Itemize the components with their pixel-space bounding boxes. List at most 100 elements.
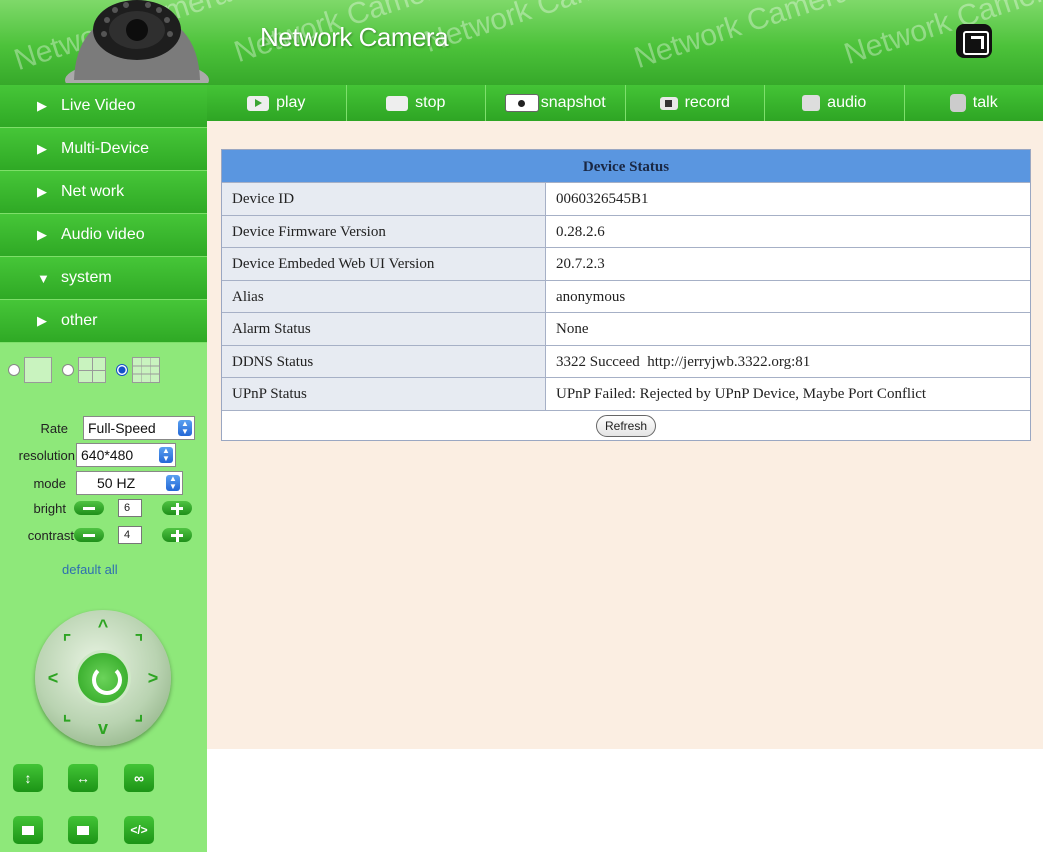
stop-patrol-button-2[interactable] bbox=[68, 816, 98, 844]
row-value: UPnP Failed: Rejected by UPnP Device, Ma… bbox=[546, 378, 1030, 410]
stop-button[interactable]: stop bbox=[345, 85, 486, 121]
layout-9-radio[interactable] bbox=[116, 364, 128, 376]
rate-row: Rate Full-Speed ▲ ▼ bbox=[0, 416, 207, 440]
bright-decrease-button[interactable] bbox=[74, 501, 104, 515]
mode-value: 50 HZ bbox=[97, 475, 136, 491]
sidebar-item-multi-device[interactable]: ▶ Multi-Device bbox=[0, 128, 207, 171]
spinner-icon: ▲ ▼ bbox=[166, 475, 180, 491]
row-key: DDNS Status bbox=[222, 345, 546, 377]
device-status-table: Device Status Device ID 0060326545B1 Dev… bbox=[221, 149, 1031, 441]
spinner-icon: ▲ ▼ bbox=[178, 420, 192, 436]
sidebar-item-label: Audio video bbox=[61, 226, 145, 243]
audio-button[interactable]: audio bbox=[764, 85, 904, 121]
pan-down-right-icon[interactable]: ⌟ bbox=[131, 705, 147, 723]
contrast-decrease-button[interactable] bbox=[74, 528, 104, 542]
row-value: 0.28.2.6 bbox=[546, 215, 1030, 247]
bright-label: bright bbox=[33, 500, 66, 516]
quad-view-icon bbox=[78, 357, 106, 383]
pan-right-icon[interactable]: > bbox=[145, 669, 161, 687]
contrast-label: contrast bbox=[27, 527, 74, 543]
bright-value: 6 bbox=[118, 499, 142, 517]
stop-patrol-button[interactable] bbox=[13, 816, 43, 844]
talk-button[interactable]: talk bbox=[903, 85, 1043, 121]
triangle-down-icon: ▼ bbox=[37, 270, 50, 286]
mode-label: mode bbox=[33, 475, 66, 491]
pan-up-icon[interactable]: ^ bbox=[95, 617, 111, 635]
resolution-label: resolution bbox=[18, 447, 75, 463]
record-button[interactable]: record bbox=[624, 85, 765, 121]
horizontal-patrol-button[interactable]: ↔ bbox=[68, 764, 98, 792]
contrast-row: contrast 4 bbox=[0, 526, 207, 544]
vertical-patrol-button[interactable]: ↕ bbox=[13, 764, 43, 792]
rate-value: Full-Speed bbox=[88, 420, 156, 436]
contrast-increase-button[interactable] bbox=[162, 528, 192, 542]
default-all-link[interactable]: default all bbox=[62, 562, 118, 577]
pan-down-left-icon[interactable]: ⌞ bbox=[59, 705, 75, 723]
table-row: Device Embeded Web UI Version 20.7.2.3 bbox=[222, 247, 1030, 280]
pan-up-right-icon[interactable]: ⌝ bbox=[131, 633, 147, 651]
table-row: Alias anonymous bbox=[222, 279, 1030, 312]
sidebar-item-label: system bbox=[61, 269, 112, 286]
sidebar-item-network[interactable]: ▶ Net work bbox=[0, 171, 207, 214]
ptz-center-button[interactable] bbox=[75, 650, 131, 706]
nine-view-icon bbox=[132, 357, 160, 383]
mode-row: mode 50 HZ ▲ ▼ bbox=[0, 471, 207, 495]
row-value: None bbox=[546, 313, 1030, 345]
switch-icon: </> bbox=[130, 823, 148, 837]
horizontal-arrows-icon: ↔ bbox=[76, 770, 90, 786]
audio-label: audio bbox=[827, 94, 867, 111]
header-banner: Network Camera Network Camera Network Ca… bbox=[0, 0, 1043, 85]
row-key: Device ID bbox=[222, 183, 546, 215]
watermark: Network Camera bbox=[840, 0, 1043, 71]
talk-label: talk bbox=[972, 94, 998, 111]
rate-label: Rate bbox=[40, 420, 68, 436]
view-layout-selector bbox=[0, 353, 207, 387]
sidebar-item-audio-video[interactable]: ▶ Audio video bbox=[0, 214, 207, 257]
row-key: UPnP Status bbox=[222, 378, 546, 410]
table-row: Alarm Status None bbox=[222, 312, 1030, 345]
sidebar: ▶ Live Video ▶ Multi-Device ▶ Net work ▶… bbox=[0, 85, 207, 852]
watermark: Network Camera bbox=[420, 0, 645, 59]
sidebar-item-system[interactable]: ▼ system bbox=[0, 257, 207, 300]
row-value: 3322 Succeed http://jerryjwb.3322.org:81 bbox=[546, 345, 1030, 377]
sidebar-item-live-video[interactable]: ▶ Live Video bbox=[0, 85, 207, 128]
sidebar-item-label: Live Video bbox=[61, 97, 136, 114]
triangle-right-icon: ▶ bbox=[37, 98, 47, 113]
camera-icon bbox=[504, 94, 539, 112]
refresh-button[interactable]: Refresh bbox=[595, 414, 657, 437]
video-camera-icon bbox=[659, 96, 678, 110]
layout-4-radio[interactable] bbox=[62, 364, 74, 376]
page-title: Network Camera bbox=[260, 22, 449, 52]
stop-label: stop bbox=[415, 94, 446, 111]
table-row: UPnP Status UPnP Failed: Rejected by UPn… bbox=[222, 377, 1030, 410]
ptz-control: ^ v < > ⌜ ⌝ ⌞ ⌟ bbox=[35, 610, 171, 746]
sidebar-item-label: Net work bbox=[61, 183, 125, 200]
mode-select[interactable]: 50 HZ ▲ ▼ bbox=[76, 471, 183, 495]
row-key: Alias bbox=[222, 280, 546, 312]
triangle-right-icon: ▶ bbox=[37, 141, 47, 156]
layout-1-radio[interactable] bbox=[8, 364, 20, 376]
pan-up-left-icon[interactable]: ⌜ bbox=[59, 633, 75, 651]
contrast-value: 4 bbox=[118, 526, 142, 544]
pan-left-icon[interactable]: < bbox=[45, 669, 61, 687]
triangle-right-icon: ▶ bbox=[37, 184, 47, 199]
sidebar-item-other[interactable]: ▶ other bbox=[0, 300, 207, 343]
row-value: 20.7.2.3 bbox=[546, 248, 1030, 280]
table-row: DDNS Status 3322 Succeed http://jerryjwb… bbox=[222, 344, 1030, 377]
row-value: 0060326545B1 bbox=[546, 183, 1030, 215]
bright-increase-button[interactable] bbox=[162, 501, 192, 515]
toolbar: play stop snapshot record audio talk bbox=[207, 85, 1043, 121]
record-label: record bbox=[684, 94, 730, 111]
main-content: Device Status Device ID 0060326545B1 Dev… bbox=[207, 121, 1043, 749]
infinite-patrol-button[interactable]: ∞ bbox=[124, 764, 154, 792]
play-button[interactable]: play bbox=[207, 85, 346, 121]
fullscreen-button[interactable] bbox=[956, 24, 992, 58]
pan-down-icon[interactable]: v bbox=[95, 719, 111, 737]
sidebar-item-label: other bbox=[61, 312, 98, 329]
rate-select[interactable]: Full-Speed ▲ ▼ bbox=[83, 416, 195, 440]
triangle-right-icon: ▶ bbox=[37, 313, 47, 328]
resolution-select[interactable]: 640*480 ▲ ▼ bbox=[76, 443, 176, 467]
snapshot-button[interactable]: snapshot bbox=[485, 85, 625, 121]
play-label: play bbox=[276, 94, 306, 111]
io-switch-button[interactable]: </> bbox=[124, 816, 154, 844]
